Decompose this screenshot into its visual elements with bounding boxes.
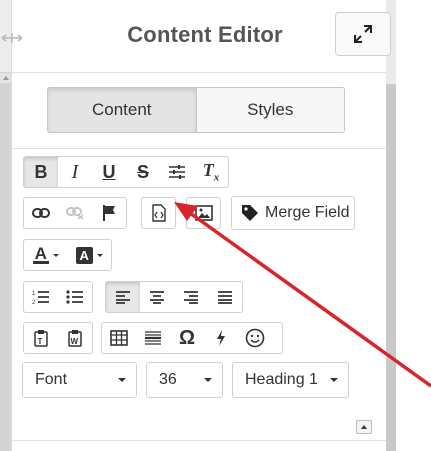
annotation-arrow: [174, 202, 431, 388]
